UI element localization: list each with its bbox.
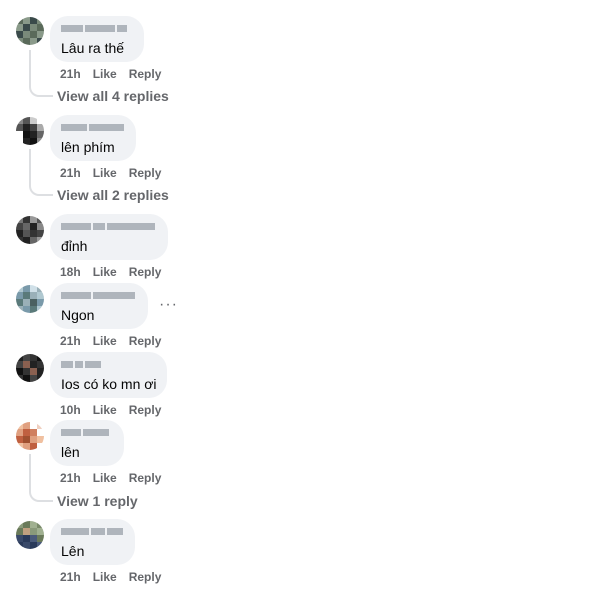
comment-bubble: Lâu ra thế bbox=[50, 16, 144, 62]
like-button[interactable]: Like bbox=[93, 67, 117, 81]
blurred-author-name[interactable] bbox=[61, 222, 156, 231]
replies-connector-line bbox=[29, 149, 53, 196]
comment-bubble: lên phím bbox=[50, 115, 136, 161]
replies-connector-line bbox=[29, 454, 53, 502]
avatar[interactable] bbox=[16, 216, 44, 244]
comment-timestamp[interactable]: 21h bbox=[60, 166, 81, 180]
like-button[interactable]: Like bbox=[93, 570, 117, 584]
comment-actions: 18h Like Reply bbox=[60, 265, 161, 279]
like-button[interactable]: Like bbox=[93, 471, 117, 485]
comment-text: lên phím bbox=[61, 139, 115, 155]
comment-text: Ios có ko mn ơi bbox=[61, 376, 157, 392]
view-replies-link[interactable]: View 1 reply bbox=[57, 493, 138, 509]
more-options-icon[interactable]: ··· bbox=[159, 296, 178, 314]
comment-timestamp[interactable]: 21h bbox=[60, 570, 81, 584]
comment-bubble: Lên bbox=[50, 519, 135, 565]
blurred-author-name[interactable] bbox=[61, 291, 136, 300]
comment-timestamp[interactable]: 21h bbox=[60, 67, 81, 81]
comment-text: Lên bbox=[61, 543, 85, 559]
comment-timestamp[interactable]: 18h bbox=[60, 265, 81, 279]
like-button[interactable]: Like bbox=[93, 166, 117, 180]
blurred-author-name[interactable] bbox=[61, 527, 123, 536]
avatar[interactable] bbox=[16, 422, 44, 450]
comment-timestamp[interactable]: 10h bbox=[60, 403, 81, 417]
comment-actions: 21h Like Reply bbox=[60, 334, 161, 348]
comment-actions: 21h Like Reply bbox=[60, 67, 161, 81]
comment-timestamp[interactable]: 21h bbox=[60, 471, 81, 485]
comment-text: Lâu ra thế bbox=[61, 40, 125, 56]
blurred-author-name[interactable] bbox=[61, 123, 124, 132]
replies-connector-line bbox=[29, 50, 53, 97]
comment-actions: 21h Like Reply bbox=[60, 471, 161, 485]
comment-bubble: lên bbox=[50, 420, 124, 466]
comment-actions: 21h Like Reply bbox=[60, 570, 161, 584]
comment-actions: 10h Like Reply bbox=[60, 403, 161, 417]
view-replies-link[interactable]: View all 2 replies bbox=[57, 187, 169, 203]
reply-button[interactable]: Reply bbox=[129, 403, 162, 417]
reply-button[interactable]: Reply bbox=[129, 334, 162, 348]
view-replies-link[interactable]: View all 4 replies bbox=[57, 88, 169, 104]
reply-button[interactable]: Reply bbox=[129, 265, 162, 279]
blurred-author-name[interactable] bbox=[61, 428, 112, 437]
comment-text: đỉnh bbox=[61, 238, 88, 254]
comment-bubble: đỉnh bbox=[50, 214, 168, 260]
comment-actions: 21h Like Reply bbox=[60, 166, 161, 180]
comment-timestamp[interactable]: 21h bbox=[60, 334, 81, 348]
like-button[interactable]: Like bbox=[93, 334, 117, 348]
comment-bubble: Ngon bbox=[50, 283, 148, 329]
avatar[interactable] bbox=[16, 285, 44, 313]
blurred-author-name[interactable] bbox=[61, 24, 132, 33]
like-button[interactable]: Like bbox=[93, 403, 117, 417]
avatar[interactable] bbox=[16, 17, 44, 45]
reply-button[interactable]: Reply bbox=[129, 570, 162, 584]
blurred-author-name[interactable] bbox=[61, 360, 155, 369]
comment-text: lên bbox=[61, 444, 80, 460]
like-button[interactable]: Like bbox=[93, 265, 117, 279]
avatar[interactable] bbox=[16, 354, 44, 382]
reply-button[interactable]: Reply bbox=[129, 67, 162, 81]
avatar[interactable] bbox=[16, 117, 44, 145]
reply-button[interactable]: Reply bbox=[129, 471, 162, 485]
comment-text: Ngon bbox=[61, 307, 95, 323]
avatar[interactable] bbox=[16, 521, 44, 549]
reply-button[interactable]: Reply bbox=[129, 166, 162, 180]
comment-bubble: Ios có ko mn ơi bbox=[50, 352, 167, 398]
